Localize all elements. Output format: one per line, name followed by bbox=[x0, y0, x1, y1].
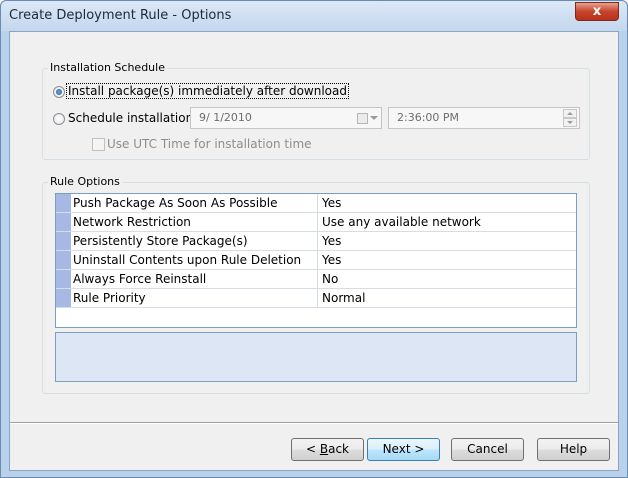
option-name: Network Restriction bbox=[73, 215, 191, 229]
utc-time-label[interactable]: Use UTC Time for installation time bbox=[107, 137, 312, 151]
installation-schedule-label: Installation Schedule bbox=[48, 61, 167, 74]
row-header bbox=[56, 289, 71, 307]
schedule-date-value: 9/ 1/2010 bbox=[199, 111, 252, 124]
rule-option-row[interactable]: Network Restriction Use any available ne… bbox=[56, 213, 576, 232]
dialog-client-area: Installation Schedule Install package(s)… bbox=[9, 31, 619, 471]
close-icon: x bbox=[592, 4, 602, 19]
row-header bbox=[56, 270, 71, 288]
rule-option-row[interactable]: Persistently Store Package(s) Yes bbox=[56, 232, 576, 251]
install-immediately-label[interactable]: Install package(s) immediately after dow… bbox=[66, 83, 349, 99]
row-header bbox=[56, 232, 71, 250]
option-value[interactable]: Yes bbox=[317, 232, 341, 250]
install-immediately-radio[interactable] bbox=[53, 86, 65, 98]
rule-option-row[interactable]: Rule Priority Normal bbox=[56, 289, 576, 308]
title-bar[interactable]: Create Deployment Rule - Options x bbox=[1, 1, 627, 31]
button-separator bbox=[10, 422, 618, 424]
cancel-label: Cancel bbox=[467, 442, 508, 456]
rule-options-label: Rule Options bbox=[48, 175, 122, 188]
schedule-time-picker[interactable]: 2:36:00 PM bbox=[388, 107, 580, 129]
option-value[interactable]: Yes bbox=[317, 251, 341, 269]
option-name: Push Package As Soon As Possible bbox=[73, 196, 278, 210]
next-button[interactable]: Next > bbox=[367, 438, 440, 461]
rule-options-grid[interactable]: Push Package As Soon As Possible Yes Net… bbox=[55, 193, 577, 328]
spin-up-icon[interactable] bbox=[563, 109, 577, 118]
option-name: Persistently Store Package(s) bbox=[73, 234, 248, 248]
option-value[interactable]: Yes bbox=[317, 194, 341, 212]
cancel-button[interactable]: Cancel bbox=[451, 438, 524, 461]
schedule-time-value: 2:36:00 PM bbox=[397, 111, 460, 124]
back-label-rest: ack bbox=[328, 442, 349, 456]
option-name: Uninstall Contents upon Rule Deletion bbox=[73, 253, 302, 267]
row-header bbox=[56, 213, 71, 231]
back-prefix: < bbox=[305, 442, 320, 456]
next-label: Next > bbox=[382, 442, 425, 456]
option-value[interactable]: Normal bbox=[317, 289, 365, 307]
option-description-panel bbox=[55, 332, 577, 382]
window-title: Create Deployment Rule - Options bbox=[9, 8, 232, 23]
option-name: Always Force Reinstall bbox=[73, 272, 207, 286]
back-accelerator: B bbox=[319, 442, 329, 456]
spin-down-icon[interactable] bbox=[563, 118, 577, 127]
help-label: Help bbox=[559, 442, 588, 456]
calendar-icon[interactable] bbox=[357, 113, 368, 124]
row-header bbox=[56, 251, 71, 269]
option-name: Rule Priority bbox=[73, 291, 146, 305]
help-button[interactable]: Help bbox=[537, 438, 610, 461]
schedule-date-picker[interactable]: 9/ 1/2010 bbox=[190, 107, 382, 129]
rule-option-row[interactable]: Push Package As Soon As Possible Yes bbox=[56, 194, 576, 213]
option-value[interactable]: Use any available network bbox=[317, 213, 481, 231]
rule-option-row[interactable]: Uninstall Contents upon Rule Deletion Ye… bbox=[56, 251, 576, 270]
dialog-window: Create Deployment Rule - Options x Insta… bbox=[0, 0, 628, 478]
schedule-installation-radio[interactable] bbox=[53, 113, 65, 125]
close-button[interactable]: x bbox=[575, 2, 619, 21]
back-button[interactable]: < Back bbox=[291, 438, 364, 461]
utc-time-checkbox[interactable] bbox=[92, 138, 105, 151]
row-header bbox=[56, 194, 71, 212]
option-value[interactable]: No bbox=[317, 270, 338, 288]
rule-option-row[interactable]: Always Force Reinstall No bbox=[56, 270, 576, 289]
chevron-down-icon[interactable] bbox=[370, 116, 378, 120]
